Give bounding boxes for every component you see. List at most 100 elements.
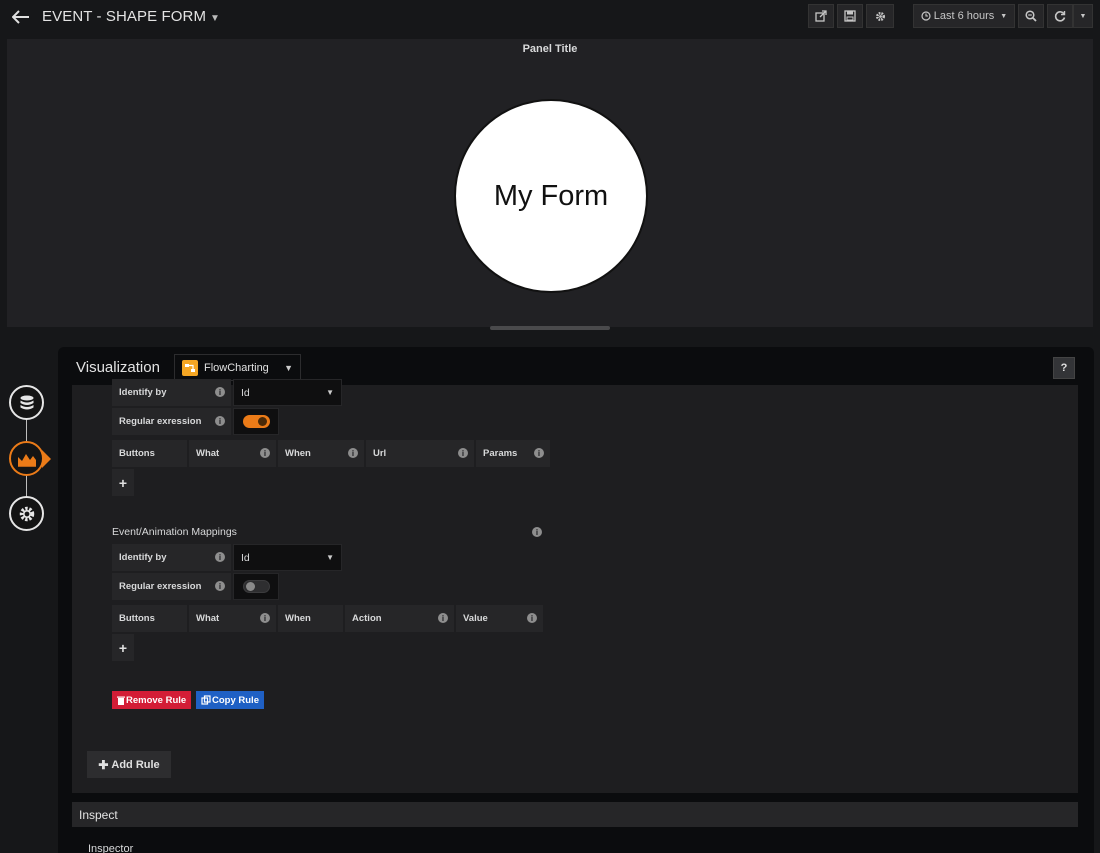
inspect-section-header[interactable]: Inspect bbox=[72, 802, 1078, 827]
settings-button[interactable] bbox=[866, 4, 894, 28]
visualization-label: Visualization bbox=[76, 359, 160, 376]
column-header-text: What bbox=[196, 613, 220, 624]
chevron-down-icon: ▼ bbox=[326, 553, 334, 562]
plus-icon: ✚ bbox=[98, 757, 109, 772]
column-header: What i bbox=[189, 440, 276, 467]
gear-icon bbox=[19, 506, 34, 521]
info-icon: i bbox=[260, 613, 270, 623]
refresh-interval-dropdown[interactable]: ▼ bbox=[1073, 4, 1093, 28]
info-icon: i bbox=[215, 552, 225, 562]
toggle-knob bbox=[257, 417, 267, 426]
event-table-header: Buttons What i When Action i Value i bbox=[112, 605, 543, 632]
remove-rule-button[interactable]: Remove Rule bbox=[112, 691, 192, 709]
queries-step[interactable] bbox=[9, 385, 44, 420]
info-icon: i bbox=[438, 613, 448, 623]
share-button[interactable] bbox=[808, 4, 834, 28]
zoom-out-icon bbox=[1025, 10, 1037, 22]
info-icon: i bbox=[260, 448, 270, 458]
add-link-mapping-button[interactable]: + bbox=[112, 469, 134, 496]
area-chart-icon bbox=[17, 453, 36, 467]
refresh-icon bbox=[1054, 11, 1066, 22]
info-icon: i bbox=[215, 416, 225, 426]
visualization-picker[interactable]: FlowCharting ▼ bbox=[174, 354, 301, 381]
copy-rule-label: Copy Rule bbox=[212, 694, 259, 706]
add-event-mapping-button[interactable]: + bbox=[112, 634, 134, 661]
column-header: When bbox=[278, 605, 343, 632]
back-arrow-icon[interactable] bbox=[10, 6, 32, 28]
panel-editor: Visualization FlowCharting ▼ ? Identify … bbox=[58, 347, 1094, 853]
save-button[interactable] bbox=[837, 4, 863, 28]
identify-by-label: Identify by i bbox=[112, 544, 231, 571]
regex-text: Regular exression bbox=[119, 581, 202, 592]
info-icon: i bbox=[215, 387, 225, 397]
dashboard-title-text: EVENT - SHAPE FORM bbox=[42, 8, 207, 25]
column-header: Buttons bbox=[112, 440, 187, 467]
flowchart-shape-circle[interactable]: My Form bbox=[454, 99, 648, 293]
regex-label: Regular exression i bbox=[112, 573, 231, 600]
copy-icon bbox=[201, 695, 211, 705]
share-icon bbox=[814, 10, 827, 22]
top-navbar: EVENT - SHAPE FORM ▼ Last 6 hours ▼ ▼ bbox=[0, 0, 1100, 34]
dashboard-title[interactable]: EVENT - SHAPE FORM ▼ bbox=[42, 8, 220, 25]
regex-text: Regular exression bbox=[119, 416, 202, 427]
column-header-text: When bbox=[285, 448, 311, 459]
add-rule-label: Add Rule bbox=[111, 758, 160, 771]
panel-resize-handle[interactable] bbox=[490, 326, 610, 330]
identify-by-text: Identify by bbox=[119, 552, 167, 563]
inspector-label: Inspector bbox=[88, 843, 134, 853]
gear-icon bbox=[875, 11, 885, 21]
help-button[interactable]: ? bbox=[1053, 357, 1075, 379]
chevron-down-icon: ▼ bbox=[1079, 12, 1087, 20]
event-identify-by-row: Identify by i Id ▼ bbox=[112, 544, 342, 571]
identify-by-select[interactable]: Id ▼ bbox=[233, 379, 342, 406]
regex-toggle-wrapper[interactable] bbox=[233, 573, 279, 600]
chevron-down-icon: ▼ bbox=[326, 388, 334, 397]
chevron-down-icon: ▼ bbox=[284, 363, 293, 373]
column-header: What i bbox=[189, 605, 276, 632]
chevron-down-icon: ▼ bbox=[1000, 12, 1008, 20]
shape-label: My Form bbox=[493, 179, 609, 212]
editor-options-body: Identify by i Id ▼ Regular exression i B… bbox=[72, 379, 1078, 793]
trash-icon bbox=[117, 696, 125, 705]
copy-rule-button[interactable]: Copy Rule bbox=[196, 691, 264, 709]
zoom-out-button[interactable] bbox=[1018, 4, 1044, 28]
add-rule-button[interactable]: ✚ Add Rule bbox=[87, 751, 171, 778]
clock-icon bbox=[921, 11, 931, 21]
general-settings-step[interactable] bbox=[9, 496, 44, 531]
column-header: Buttons bbox=[112, 605, 187, 632]
info-icon: i bbox=[458, 448, 468, 458]
column-header: Url i bbox=[366, 440, 474, 467]
database-icon bbox=[20, 395, 33, 409]
flowcharting-plugin-icon bbox=[182, 359, 198, 376]
column-header: Params i bbox=[476, 440, 550, 467]
event-regex-row: Regular exression i bbox=[112, 573, 279, 600]
identify-by-label: Identify by i bbox=[112, 379, 231, 406]
link-table-header: Buttons What i When i Url i Params i bbox=[112, 440, 550, 467]
regex-label: Regular exression i bbox=[112, 408, 231, 435]
panel-title[interactable]: Panel Title bbox=[7, 43, 1093, 55]
visualization-step[interactable] bbox=[9, 441, 44, 476]
save-icon bbox=[844, 10, 856, 22]
regex-toggle-wrapper[interactable] bbox=[233, 408, 279, 435]
column-header-text: Buttons bbox=[119, 613, 155, 624]
event-mappings-title: Event/Animation Mappings bbox=[112, 526, 237, 538]
link-regex-row: Regular exression i bbox=[112, 408, 279, 435]
column-header: Action i bbox=[345, 605, 454, 632]
identify-by-value: Id bbox=[241, 386, 250, 399]
identify-by-value: Id bbox=[241, 551, 250, 564]
regex-toggle[interactable] bbox=[242, 415, 270, 428]
column-header-text: Url bbox=[373, 448, 387, 459]
column-header-text: When bbox=[285, 613, 311, 624]
column-header-text: Buttons bbox=[119, 448, 155, 459]
plugin-name: FlowCharting bbox=[204, 361, 269, 374]
dashboard-panel: Panel Title My Form bbox=[7, 39, 1093, 327]
remove-rule-label: Remove Rule bbox=[126, 694, 187, 706]
refresh-button[interactable] bbox=[1047, 4, 1073, 28]
info-icon: i bbox=[534, 448, 544, 458]
info-icon: i bbox=[532, 527, 542, 537]
time-picker-button[interactable]: Last 6 hours ▼ bbox=[913, 4, 1015, 28]
info-icon: i bbox=[348, 448, 358, 458]
column-header-text: Params bbox=[483, 448, 518, 459]
identify-by-select[interactable]: Id ▼ bbox=[233, 544, 342, 571]
regex-toggle[interactable] bbox=[242, 580, 270, 593]
